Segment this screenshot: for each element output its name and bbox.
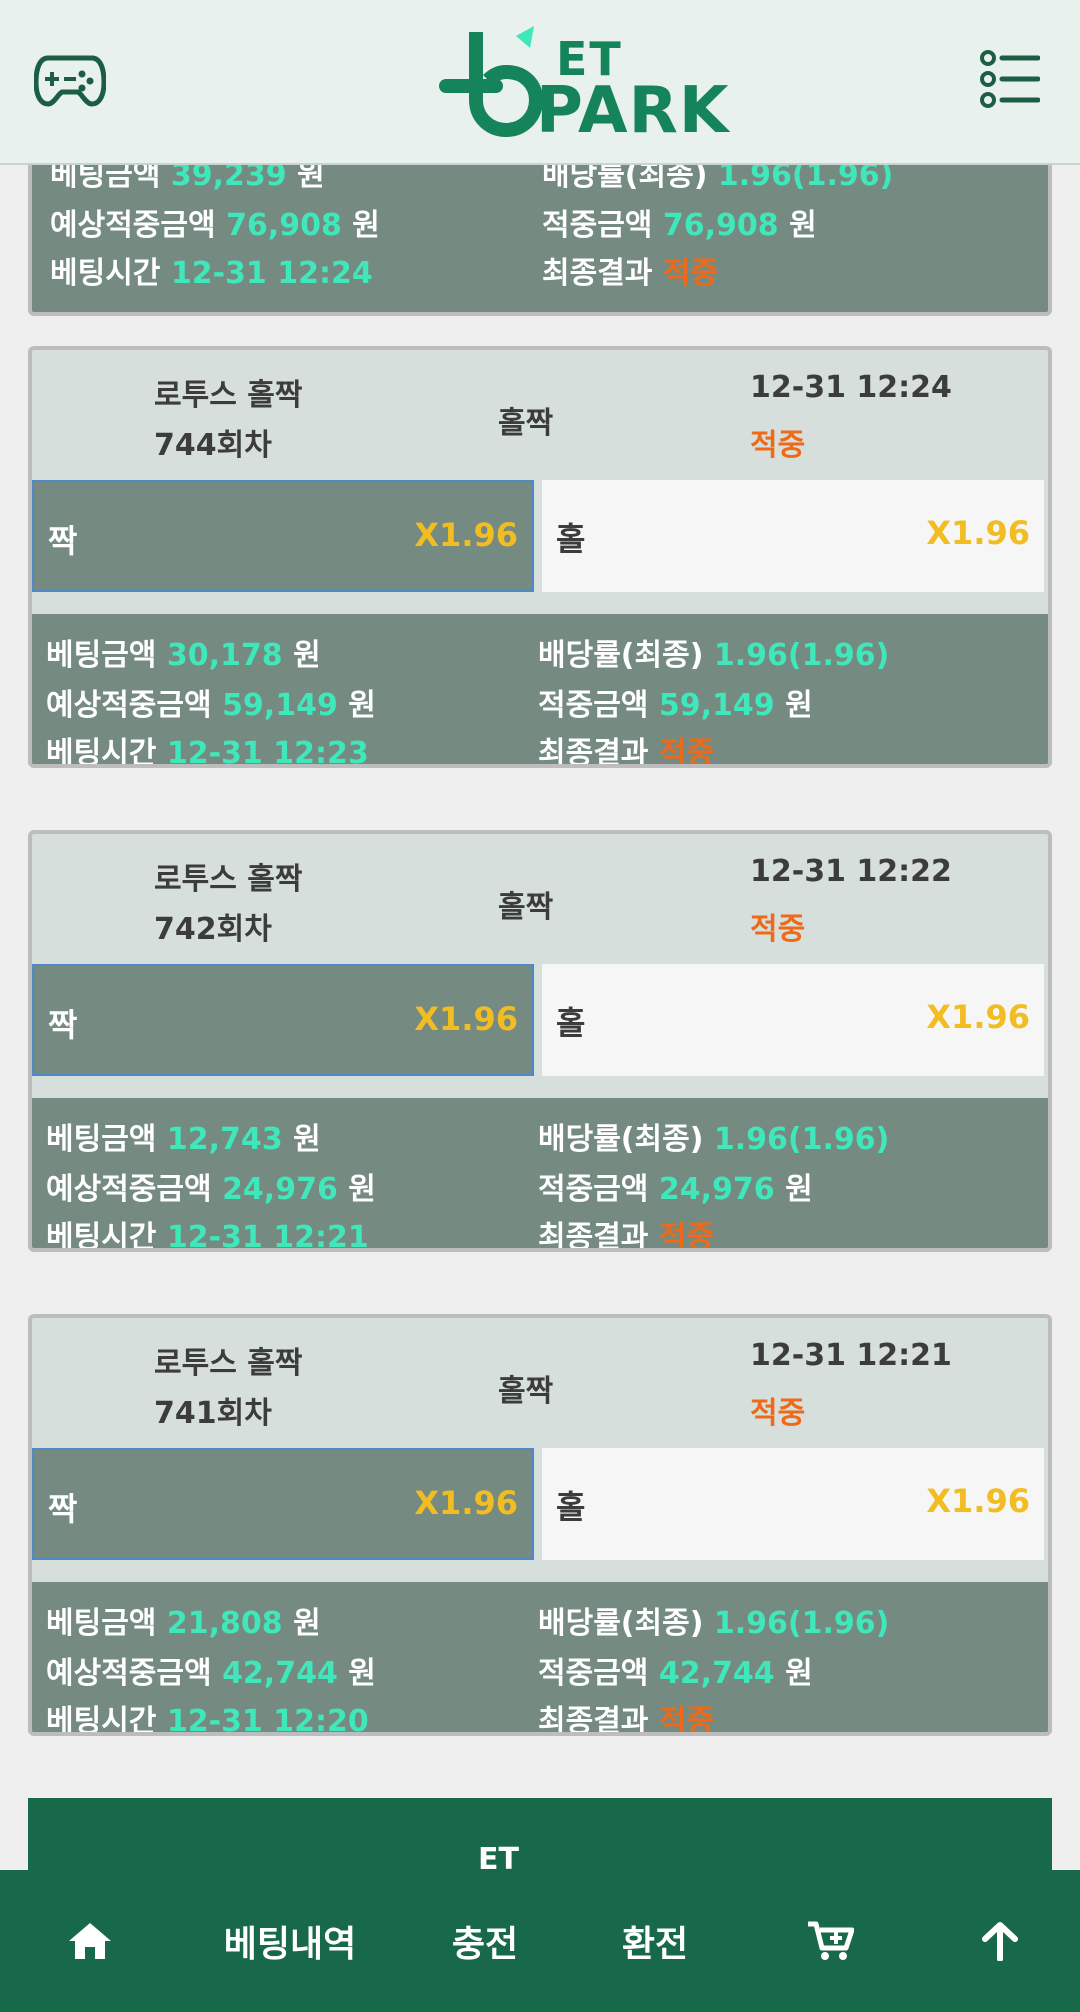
bet-options: 짝 X1.96 홀 X1.96 bbox=[32, 1448, 1048, 1560]
bet-amount-row: 베팅금액 12,743 원 bbox=[46, 1122, 321, 1157]
final-result-row: 최종결과 적중 bbox=[538, 736, 715, 768]
game-status: 적중 bbox=[750, 912, 806, 947]
option-odds: X1.96 bbox=[414, 1000, 518, 1038]
expected-row: 예상적중금액 76,908 원 bbox=[50, 208, 380, 243]
option-odds: X1.96 bbox=[414, 516, 518, 554]
bet-type: 홀짝 bbox=[498, 890, 554, 925]
hit-row: 적중금액 76,908 원 bbox=[542, 208, 817, 243]
option-label: 홀 bbox=[556, 1004, 586, 1042]
hit-row: 적중금액 42,744 원 bbox=[538, 1656, 813, 1691]
cart-plus-icon bbox=[808, 1921, 854, 1960]
bet-card: 로투스 홀짝 742회차 홀짝 12-31 12:22 적중 짝 X1.96 홀… bbox=[28, 830, 1052, 1252]
gamepad-icon[interactable] bbox=[34, 48, 106, 110]
option-odd[interactable]: 홀 X1.96 bbox=[542, 964, 1044, 1076]
option-even-selected[interactable]: 짝 X1.96 bbox=[32, 1448, 534, 1560]
option-even-selected[interactable]: 짝 X1.96 bbox=[32, 480, 534, 592]
nav-scroll-top[interactable] bbox=[950, 1870, 1050, 2012]
option-odd[interactable]: 홀 X1.96 bbox=[542, 480, 1044, 592]
option-odds: X1.96 bbox=[926, 514, 1030, 552]
nav-deposit[interactable]: 충전 bbox=[420, 1870, 550, 2012]
option-label: 짝 bbox=[48, 1006, 78, 1044]
bet-options: 짝 X1.96 홀 X1.96 bbox=[32, 964, 1048, 1076]
option-label: 짝 bbox=[48, 522, 78, 560]
final-result-row: 최종결과 적중 bbox=[538, 1220, 715, 1252]
game-name: 로투스 홀짝 bbox=[154, 862, 303, 897]
game-time: 12-31 12:24 bbox=[750, 370, 952, 405]
footer-banner: ET bbox=[28, 1798, 1052, 1878]
logo-park-text: PARK bbox=[536, 74, 730, 148]
nav-withdraw[interactable]: 환전 bbox=[590, 1870, 720, 2012]
bet-card: 로투스 홀짝 741회차 홀짝 12-31 12:21 적중 짝 X1.96 홀… bbox=[28, 1314, 1052, 1736]
bet-amount-row: 베팅금액 21,808 원 bbox=[46, 1606, 321, 1641]
bet-card: 로투스 홀짝 744회차 홀짝 12-31 12:24 적중 짝 X1.96 홀… bbox=[28, 346, 1052, 768]
round-number: 741회차 bbox=[154, 1396, 272, 1431]
hit-row: 적중금액 59,149 원 bbox=[538, 688, 813, 723]
round-number: 742회차 bbox=[154, 912, 272, 947]
game-time: 12-31 12:21 bbox=[750, 1338, 952, 1373]
option-odds: X1.96 bbox=[414, 1484, 518, 1522]
final-result-row: 최종결과 적중 bbox=[542, 256, 719, 291]
bet-time-row: 베팅시간 12-31 12:24 bbox=[50, 256, 373, 291]
bet-amount-row: 베팅금액 30,178 원 bbox=[46, 638, 321, 673]
option-label: 홀 bbox=[556, 1488, 586, 1526]
bet-card-header: 로투스 홀짝 744회차 홀짝 12-31 12:24 적중 bbox=[32, 350, 1048, 480]
nav-withdraw-label: 환전 bbox=[621, 1924, 689, 1965]
bet-type: 홀짝 bbox=[498, 1374, 554, 1409]
bet-card-header: 로투스 홀짝 741회차 홀짝 12-31 12:21 적중 bbox=[32, 1318, 1048, 1448]
payout-row: 배당률(최종) 1.96(1.96) bbox=[538, 1122, 890, 1157]
payout-row: 배당률(최종) 1.96(1.96) bbox=[538, 1606, 890, 1641]
option-even-selected[interactable]: 짝 X1.96 bbox=[32, 964, 534, 1076]
expected-row: 예상적중금액 24,976 원 bbox=[46, 1172, 376, 1207]
hit-row: 적중금액 24,976 원 bbox=[538, 1172, 813, 1207]
logo-mark-icon bbox=[439, 26, 544, 138]
list-menu-icon[interactable] bbox=[980, 48, 1040, 110]
arrow-up-icon bbox=[982, 1922, 1018, 1961]
bet-time-row: 베팅시간 12-31 12:21 bbox=[46, 1220, 369, 1252]
bet-info: 베팅금액 30,178 원 배당률(최종) 1.96(1.96) 예상적중금액 … bbox=[32, 592, 1048, 764]
nav-home[interactable] bbox=[40, 1870, 140, 2012]
game-name: 로투스 홀짝 bbox=[154, 1346, 303, 1381]
option-label: 짝 bbox=[48, 1490, 78, 1528]
bet-options: 짝 X1.96 홀 X1.96 bbox=[32, 480, 1048, 592]
game-name: 로투스 홀짝 bbox=[154, 378, 303, 413]
option-odds: X1.96 bbox=[926, 1482, 1030, 1520]
nav-bet-history-label: 베팅내역 bbox=[223, 1924, 357, 1965]
option-odds: X1.96 bbox=[926, 998, 1030, 1036]
home-icon bbox=[69, 1923, 111, 1959]
bet-time-row: 베팅시간 12-31 12:23 bbox=[46, 736, 369, 768]
brand-logo[interactable]: ET PARK bbox=[436, 22, 728, 148]
expected-row: 예상적중금액 59,149 원 bbox=[46, 688, 376, 723]
nav-deposit-label: 충전 bbox=[451, 1924, 519, 1965]
option-odd[interactable]: 홀 X1.96 bbox=[542, 1448, 1044, 1560]
game-time: 12-31 12:22 bbox=[750, 854, 952, 889]
bet-info: 베팅금액 21,808 원 배당률(최종) 1.96(1.96) 예상적중금액 … bbox=[32, 1560, 1048, 1732]
option-label: 홀 bbox=[556, 520, 586, 558]
nav-cart[interactable] bbox=[780, 1870, 880, 2012]
game-status: 적중 bbox=[750, 428, 806, 463]
bet-time-row: 베팅시간 12-31 12:20 bbox=[46, 1704, 369, 1736]
app-header: ET PARK bbox=[0, 0, 1080, 165]
bet-info: 베팅금액 12,743 원 배당률(최종) 1.96(1.96) 예상적중금액 … bbox=[32, 1076, 1048, 1248]
round-number: 744회차 bbox=[154, 428, 272, 463]
game-status: 적중 bbox=[750, 1396, 806, 1431]
final-result-row: 최종결과 적중 bbox=[538, 1704, 715, 1736]
bet-type: 홀짝 bbox=[498, 406, 554, 441]
bottom-nav: 베팅내역 충전 환전 bbox=[0, 1870, 1080, 2012]
nav-bet-history[interactable]: 베팅내역 bbox=[200, 1870, 380, 2012]
expected-row: 예상적중금액 42,744 원 bbox=[46, 1656, 376, 1691]
payout-row: 배당률(최종) 1.96(1.96) bbox=[538, 638, 890, 673]
bet-card-header: 로투스 홀짝 742회차 홀짝 12-31 12:22 적중 bbox=[32, 834, 1048, 964]
